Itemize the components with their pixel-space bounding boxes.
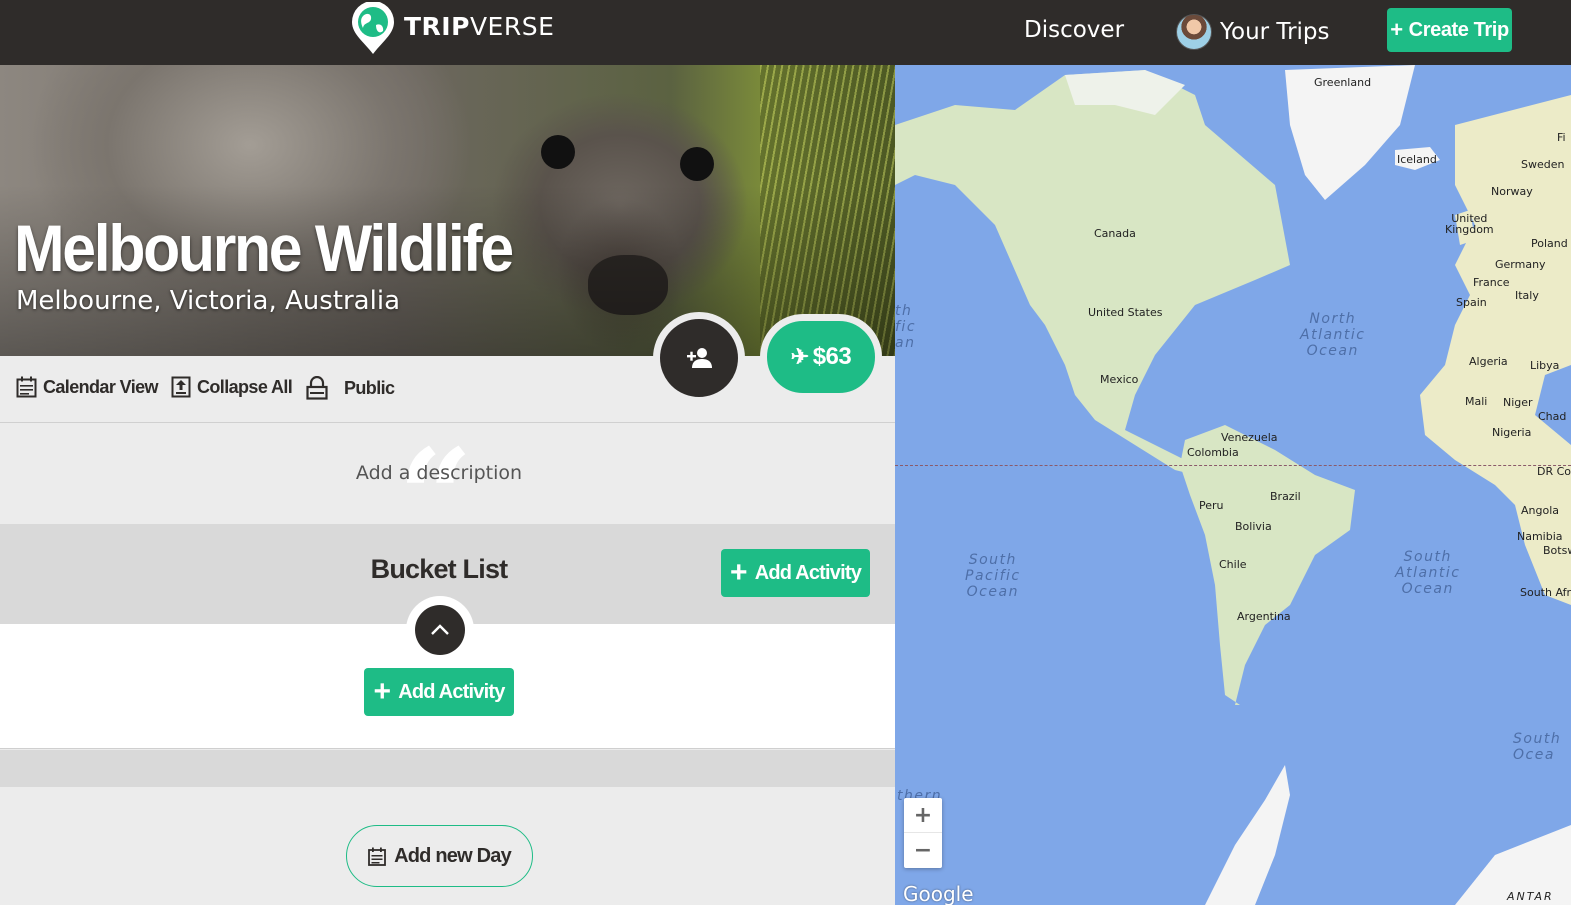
ocean-label-north-atlantic: North Atlantic Ocean <box>1300 311 1366 359</box>
calendar-icon <box>368 847 387 866</box>
map-label-united-states: United States <box>1088 306 1163 319</box>
trip-description[interactable]: “ Add a description <box>0 424 895 562</box>
map-label-botswana: Botsw <box>1543 544 1571 557</box>
map-label-mali: Mali <box>1465 395 1488 408</box>
description-placeholder[interactable]: Add a description <box>0 462 878 484</box>
brand-name: TRIPVERSE <box>404 11 555 41</box>
add-activity-label: Add Activity <box>398 680 505 703</box>
map-label-namibia: Namibia <box>1517 530 1563 543</box>
map-label-france: France <box>1473 276 1510 289</box>
collapse-all-label: Collapse All <box>197 376 293 397</box>
trip-title[interactable]: Melbourne Wildlife <box>14 210 514 286</box>
map-label-sweden: Sweden <box>1521 158 1565 171</box>
map-label-bolivia: Bolivia <box>1235 520 1272 533</box>
trip-location: Melbourne, Victoria, Australia <box>16 286 400 316</box>
calendar-icon <box>16 376 37 398</box>
map-pin-globe-icon <box>352 2 394 54</box>
zoom-in-button[interactable]: + <box>904 798 942 833</box>
ocean-label-south-pacific: South Pacific Ocean <box>965 552 1021 600</box>
map-label-antarctica: ANTAR <box>1507 890 1554 903</box>
trip-panel: Melbourne Wildlife Melbourne, Victoria, … <box>0 65 895 905</box>
collapse-icon <box>171 376 191 398</box>
map-label-mexico: Mexico <box>1100 373 1139 386</box>
map-label-nigeria: Nigeria <box>1492 426 1532 439</box>
section-divider <box>0 750 895 787</box>
google-attribution-logo[interactable]: Google <box>903 882 974 905</box>
visibility-label: Public <box>344 377 395 398</box>
map-label-algeria: Algeria <box>1469 355 1508 368</box>
map-label-libya: Libya <box>1530 359 1560 372</box>
map-label-united-kingdom: United Kingdom <box>1445 212 1494 236</box>
ocean-label-north-pacific: th fic an <box>895 303 917 351</box>
world-map[interactable]: Greenland Iceland Sweden Fi Norway Unite… <box>895 65 1571 905</box>
collapse-all-button[interactable]: Collapse All <box>171 376 293 398</box>
plus-icon: + <box>1390 17 1403 42</box>
map-landmasses <box>895 65 1571 905</box>
add-new-day-label: Add new Day <box>394 844 512 867</box>
equator-line <box>895 465 1571 466</box>
lock-icon <box>306 376 328 400</box>
plus-icon: + <box>373 675 391 708</box>
map-label-angola: Angola <box>1521 504 1560 517</box>
create-trip-label: Create Trip <box>1408 18 1509 41</box>
map-label-colombia: Colombia <box>1187 446 1239 459</box>
top-navbar: TRIPVERSE Discover Your Trips + Create T… <box>0 0 1571 65</box>
add-activity-button[interactable]: + Add Activity <box>364 668 514 716</box>
map-label-niger: Niger <box>1503 396 1533 409</box>
nav-your-trips-link[interactable]: Your Trips <box>1176 14 1330 50</box>
nav-your-trips-label: Your Trips <box>1220 19 1330 45</box>
add-new-day-button[interactable]: Add new Day <box>346 825 533 887</box>
ocean-label-southern: South Ocea <box>1513 731 1562 763</box>
visibility-toggle[interactable]: Public <box>306 376 395 400</box>
calendar-view-label: Calendar View <box>43 376 159 397</box>
map-label-spain: Spain <box>1456 296 1487 309</box>
ocean-label-south-atlantic: South Atlantic Ocean <box>1395 549 1461 597</box>
map-label-dr-congo: DR Co <box>1537 465 1571 478</box>
map-label-norway: Norway <box>1491 185 1533 198</box>
user-avatar[interactable] <box>1176 14 1212 50</box>
map-label-south-africa: South Afr <box>1520 586 1571 599</box>
map-label-iceland: Iceland <box>1397 153 1437 166</box>
map-label-finland: Fi <box>1557 131 1566 144</box>
map-label-germany: Germany <box>1495 258 1546 271</box>
plus-icon: + <box>729 556 748 589</box>
map-label-poland: Poland <box>1531 237 1568 250</box>
calendar-view-button[interactable]: Calendar View <box>16 376 159 398</box>
nav-discover-link[interactable]: Discover <box>1024 17 1124 43</box>
map-label-canada: Canada <box>1094 227 1136 240</box>
map-label-greenland: Greenland <box>1314 76 1372 89</box>
chevron-up-icon <box>415 605 465 655</box>
trip-toolbar: Calendar View Collapse All Public <box>0 356 895 423</box>
add-activity-label: Add Activity <box>754 561 862 584</box>
map-label-chile: Chile <box>1219 558 1247 571</box>
map-label-chad: Chad <box>1538 410 1567 423</box>
map-label-venezuela: Venezuela <box>1221 431 1278 444</box>
trip-cover-photo: Melbourne Wildlife Melbourne, Victoria, … <box>0 65 895 356</box>
collapse-bucket-list-button[interactable] <box>406 596 474 664</box>
map-zoom-controls: + − <box>904 798 942 868</box>
brand-logo[interactable]: TRIPVERSE <box>350 2 554 56</box>
map-label-italy: Italy <box>1515 289 1539 302</box>
map-label-argentina: Argentina <box>1237 610 1291 623</box>
zoom-out-button[interactable]: − <box>904 833 942 868</box>
create-trip-button[interactable]: + Create Trip <box>1387 8 1512 52</box>
map-label-peru: Peru <box>1199 499 1224 512</box>
add-activity-header-button[interactable]: + Add Activity <box>721 549 870 597</box>
map-label-brazil: Brazil <box>1270 490 1301 503</box>
